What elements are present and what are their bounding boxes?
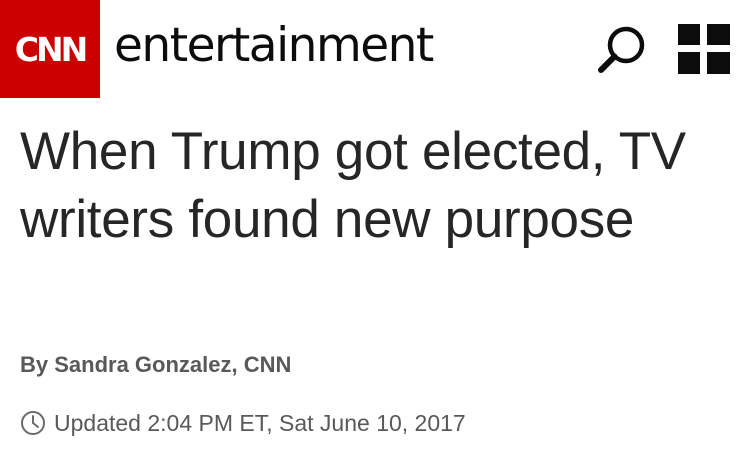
article-header: When Trump got elected, TV writers found… <box>20 118 740 254</box>
section-name[interactable]: entertainment <box>114 16 434 76</box>
clock-icon <box>21 411 45 435</box>
site-header: CNN entertainment <box>0 0 750 98</box>
timestamp-text: Updated 2:04 PM ET, Sat June 10, 2017 <box>54 410 466 436</box>
cnn-logo[interactable]: CNN <box>0 0 100 98</box>
menu-button[interactable] <box>678 24 730 74</box>
logo-text: CNN <box>14 29 88 69</box>
article-timestamp: Updated 2:04 PM ET, Sat June 10, 2017 <box>20 409 466 437</box>
article-headline: When Trump got elected, TV writers found… <box>20 122 686 249</box>
article-byline: By Sandra Gonzalez, CNN <box>20 352 292 377</box>
search-button[interactable] <box>594 20 654 80</box>
grid-menu-icon <box>678 24 730 74</box>
search-icon <box>598 26 645 73</box>
